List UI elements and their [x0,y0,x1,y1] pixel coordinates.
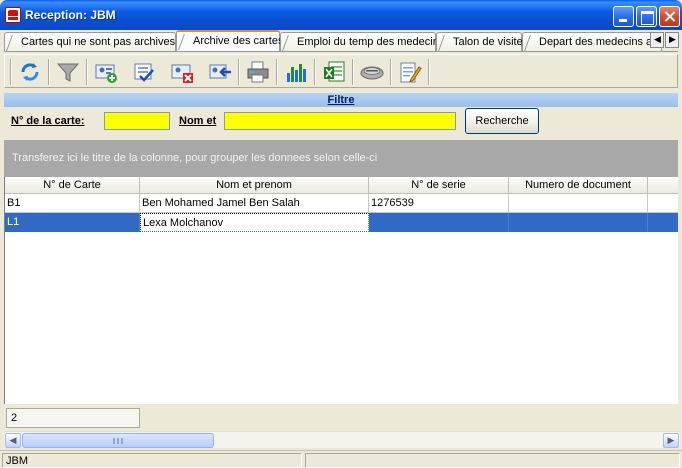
scroll-right-button[interactable]: ▶ [663,433,679,448]
column-header-card-number[interactable]: N° de Carte [5,177,140,194]
toolbar-separator [390,59,392,85]
table-row-selected[interactable]: L1 Lexa Molchanov [5,213,678,232]
record-count: 2 [6,408,140,428]
status-bar: JBM [0,450,682,468]
toolbar-separator [276,59,278,85]
title-bar[interactable]: Reception: JBM [0,0,682,30]
name-input[interactable] [224,112,456,130]
column-header-d[interactable]: D [648,177,678,194]
chevron-left-icon: ◀ [654,34,661,44]
tab-cartes-non-archives[interactable]: Cartes qui ne sont pas archives [4,32,176,51]
toolbar-separator [428,59,430,85]
filter-row: N° de la carte: Nom et Recherche [4,108,678,138]
tab-archive-des-cartes[interactable]: Archive des cartes [176,30,283,51]
toolbar-separator [10,59,12,85]
table-cell[interactable] [369,213,509,232]
tab-scroll-left-button[interactable]: ◀ [650,32,664,48]
tab-emploi-du-temps[interactable]: Emploi du temp des medecins [280,32,444,51]
table-cell[interactable]: 1276539 [369,194,509,213]
grip-icon [113,438,123,444]
edit-notes-icon[interactable] [397,59,423,85]
search-button[interactable]: Recherche [465,108,539,134]
toolbar-separator [86,59,88,85]
tab-strip: Cartes qui ne sont pas archives Archive … [4,30,678,52]
status-panel-user: JBM [2,453,302,468]
filter-header: Filtre [4,93,678,107]
refresh-icon[interactable] [17,59,43,85]
table-row[interactable]: B1 Ben Mohamed Jamel Ben Salah 1276539 [5,194,678,213]
check-card-icon[interactable] [131,59,157,85]
toolbar-separator [48,59,50,85]
minimize-button[interactable] [613,6,634,27]
chevron-right-icon: ▶ [667,435,675,445]
table-cell-focused[interactable]: Lexa Molchanov [140,213,369,232]
column-header-document-number[interactable]: Numero de document [509,177,648,194]
window-title: Reception: JBM [25,8,116,22]
tab-scroll-right-button[interactable]: ▶ [665,32,679,48]
column-header-serial-number[interactable]: N° de serie [369,177,509,194]
excel-export-icon[interactable] [321,59,347,85]
bar-chart-icon[interactable] [283,59,309,85]
group-by-hint: Transferez ici le titre de la colonne, p… [12,152,378,164]
table-cell[interactable]: L1 [5,213,140,232]
app-window: Reception: JBM Cartes qui ne sont pas ar… [0,0,682,468]
import-card-icon[interactable] [207,59,233,85]
table-cell[interactable] [509,213,648,232]
tab-talon-de-visite[interactable]: Talon de visite [436,32,523,51]
scroll-left-button[interactable]: ◀ [5,433,21,448]
print-icon[interactable] [245,59,271,85]
toolbar-separator [238,59,240,85]
close-button[interactable] [659,6,680,27]
grid-footer: 2 [4,406,678,430]
data-grid[interactable]: N° de Carte Nom et prenom N° de serie Nu… [4,177,678,404]
horizontal-scrollbar[interactable]: ◀ ▶ [4,431,680,448]
delete-card-icon[interactable] [169,59,195,85]
scanner-icon[interactable] [359,59,385,85]
chevron-left-icon: ◀ [9,435,17,445]
toolbar [4,54,678,88]
toolbar-separator [352,59,354,85]
filter-funnel-icon[interactable] [55,59,81,85]
card-number-input[interactable] [104,112,170,130]
toolbar-separator [314,59,316,85]
app-logo-icon[interactable] [5,7,21,23]
maximize-button[interactable] [636,6,657,27]
table-cell[interactable]: Ben Mohamed Jamel Ben Salah [140,194,369,213]
table-cell[interactable] [648,194,678,213]
table-cell[interactable] [509,194,648,213]
table-cell[interactable]: B1 [5,194,140,213]
table-cell[interactable] [648,213,678,232]
add-card-icon[interactable] [93,59,119,85]
column-header-row: N° de Carte Nom et prenom N° de serie Nu… [5,177,678,194]
status-panel-info [305,453,680,468]
chevron-right-icon: ▶ [669,34,676,44]
group-by-panel[interactable]: Transferez ici le titre de la colonne, p… [4,140,678,177]
tab-depart-des-medecins[interactable]: Depart des medecins a la [522,32,664,51]
column-header-name[interactable]: Nom et prenom [140,177,369,194]
card-number-label: N° de la carte: [11,115,85,127]
scroll-thumb[interactable] [22,433,214,448]
name-label: Nom et [179,115,217,127]
